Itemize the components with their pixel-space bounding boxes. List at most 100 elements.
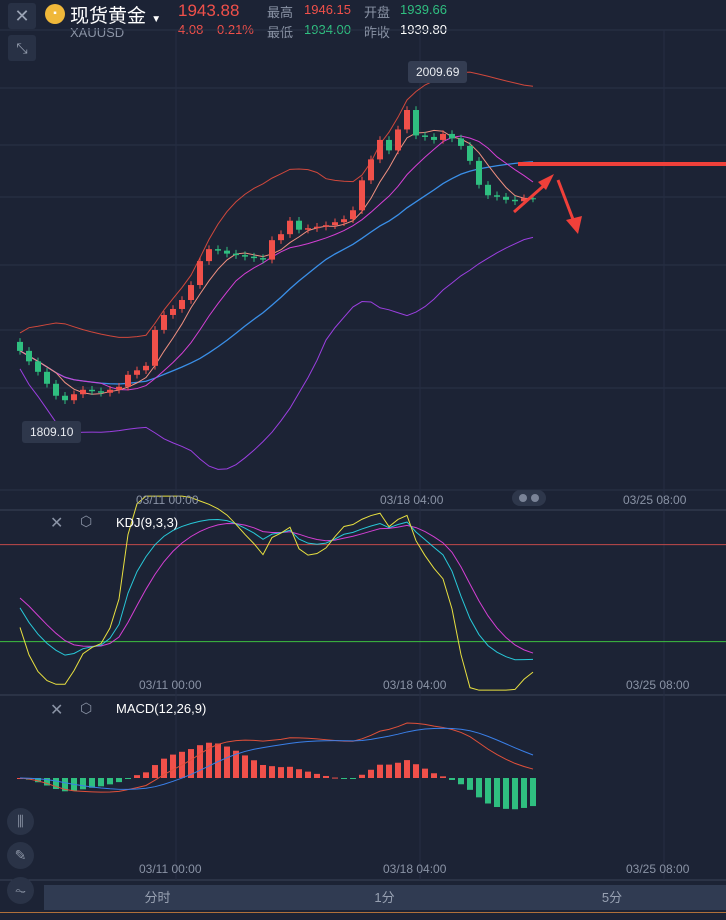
kdj-close-icon[interactable]: ✕ — [50, 513, 63, 533]
macd-histogram-bar — [368, 769, 374, 778]
candle-body — [287, 220, 293, 235]
macd-settings-icon[interactable]: ⬡ — [80, 700, 92, 717]
macd-histogram-bar — [485, 778, 491, 804]
macd-histogram-bar — [494, 778, 500, 808]
candle-body — [116, 386, 122, 390]
candle-body — [404, 110, 410, 130]
candle-body — [125, 374, 131, 387]
macd-histogram-bar — [197, 745, 203, 778]
macd-histogram-bar — [242, 755, 248, 778]
candle-body — [35, 361, 41, 372]
macd-histogram-bar — [422, 768, 428, 778]
macd-histogram-bar — [134, 775, 140, 778]
macd-histogram-bar — [467, 778, 473, 790]
macd-dif-line — [19, 722, 534, 793]
candle-body — [494, 195, 500, 197]
macd-histogram-bar — [440, 776, 446, 778]
kdj-j-line — [19, 495, 534, 691]
candle-body — [431, 136, 437, 140]
price-chart[interactable] — [0, 0, 726, 920]
macd-histogram-bar — [476, 778, 482, 798]
candle-body — [503, 196, 509, 200]
macd-histogram-bar — [98, 778, 104, 787]
candle-body — [134, 370, 140, 375]
macd-histogram-bar — [521, 778, 527, 808]
x-label: 03/11 00:00 — [139, 678, 202, 692]
macd-histogram-bar — [314, 773, 320, 778]
candle-body — [305, 228, 311, 230]
candle-body — [53, 383, 59, 396]
candle-body — [206, 249, 212, 262]
macd-histogram-bar — [359, 774, 365, 778]
candle-body — [395, 129, 401, 151]
candle-body — [98, 391, 104, 393]
candle-body — [350, 210, 356, 220]
macd-histogram-bar — [143, 772, 149, 778]
macd-close-icon[interactable]: ✕ — [50, 700, 63, 720]
macd-histogram-bar — [170, 754, 176, 778]
macd-histogram-bar — [269, 766, 275, 778]
macd-histogram-bar — [323, 775, 329, 778]
candle-body — [251, 256, 257, 259]
macd-histogram-bar — [80, 778, 86, 790]
indicator-button[interactable]: ⏦ — [7, 877, 34, 904]
macd-histogram-bar — [413, 764, 419, 778]
macd-histogram-bar — [152, 765, 158, 778]
tab-5min[interactable]: 5分 — [498, 885, 726, 910]
candle-body — [71, 394, 77, 401]
x-label: 03/18 04:00 — [380, 493, 444, 507]
x-label: 03/11 00:00 — [136, 493, 199, 507]
candle-body — [485, 184, 491, 196]
arrow-head-icon — [566, 216, 582, 234]
macd-histogram-bar — [287, 766, 293, 778]
ma20-line — [19, 161, 534, 385]
bottom-divider — [0, 912, 726, 913]
tab-1min[interactable]: 1分 — [271, 885, 498, 910]
tab-timeshare[interactable]: 分时 — [44, 885, 271, 910]
candle-body — [332, 222, 338, 226]
kdj-settings-icon[interactable]: ⬡ — [80, 513, 92, 530]
candle-body — [314, 226, 320, 229]
candle-body — [80, 389, 86, 395]
draw-pen-button[interactable]: ✎ — [7, 842, 34, 869]
macd-histogram-bar — [251, 760, 257, 778]
candle-body — [89, 389, 95, 392]
macd-histogram-bar — [107, 778, 113, 785]
candle-body — [341, 219, 347, 223]
boll-upper-line — [19, 71, 534, 338]
x-label: 03/18 04:00 — [383, 678, 447, 692]
ma5-line — [19, 129, 534, 395]
macd-histogram-bar — [458, 778, 464, 785]
macd-histogram-bar — [449, 778, 455, 781]
candle-body — [107, 389, 113, 393]
x-label: 03/11 00:00 — [139, 862, 202, 876]
chart-pager[interactable] — [512, 490, 546, 506]
x-label: 03/25 08:00 — [623, 493, 687, 507]
candle-body — [377, 139, 383, 160]
candle-body — [269, 240, 275, 260]
macd-histogram-bar — [305, 771, 311, 778]
candle-body — [323, 225, 329, 227]
macd-histogram-bar — [332, 777, 338, 779]
macd-histogram-bar — [431, 773, 437, 778]
macd-histogram-bar — [386, 764, 392, 778]
candle-body — [152, 329, 158, 366]
annotation-arrow-down — [556, 179, 576, 223]
candle-body — [413, 110, 419, 136]
macd-histogram-bar — [377, 764, 383, 778]
boll-lower-line — [19, 236, 534, 470]
macd-histogram-bar — [116, 778, 122, 783]
candle-body — [179, 300, 185, 309]
macd-histogram-bar — [278, 767, 284, 778]
candle-type-button[interactable]: ⫼ — [7, 808, 34, 835]
kdj-title: KDJ(9,3,3) — [116, 515, 179, 530]
macd-dea-line — [19, 727, 534, 790]
candle-body — [242, 255, 248, 257]
candle-body — [458, 138, 464, 146]
x-label: 03/25 08:00 — [626, 678, 690, 692]
candle-body — [278, 234, 284, 241]
macd-histogram-bar — [341, 778, 347, 779]
x-label: 03/18 04:00 — [383, 862, 447, 876]
candle-body — [224, 250, 230, 254]
kdj-d-line — [19, 522, 534, 654]
